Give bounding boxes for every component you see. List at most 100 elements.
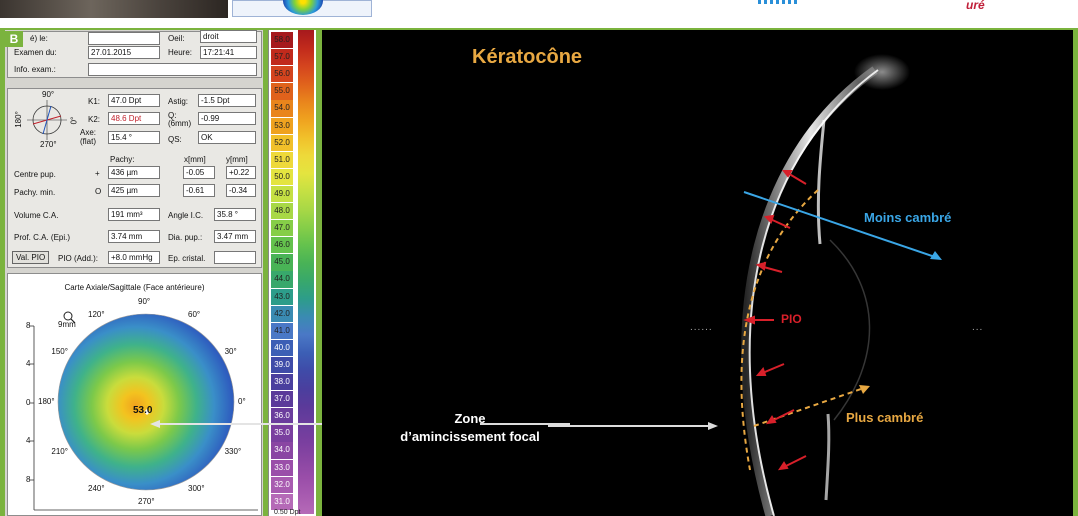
q-field[interactable]: -0.99: [198, 112, 256, 125]
min-pachy-field[interactable]: 425 µm: [108, 184, 160, 197]
q-sub-label: (6mm): [168, 119, 192, 128]
scale-value: 47.0: [271, 220, 293, 237]
pachy-min-label: Pachy. min.: [14, 188, 56, 197]
info-label: Info. exam.:: [14, 65, 56, 74]
k2-field[interactable]: 48.6 Dpt: [108, 112, 160, 125]
scale-unit: 0.50 Dpt: [274, 509, 301, 516]
y-col-header: y[mm]: [226, 155, 248, 164]
min-y-field[interactable]: -0.34: [226, 184, 256, 197]
val-pio-button[interactable]: Val. PIO: [12, 251, 50, 264]
deg-180-label: 180°: [13, 111, 23, 128]
pio-label-overlay: PIO: [781, 312, 802, 326]
cornea-outer-band: [741, 66, 878, 516]
exam-date-field[interactable]: 27.01.2015: [88, 46, 160, 59]
upper-glare: [854, 54, 910, 90]
plus-cambre-label: Plus cambré: [846, 410, 924, 425]
prof-field[interactable]: 3.74 mm: [108, 230, 160, 243]
map-pointer-line: [150, 420, 322, 428]
eye-label: Oeil:: [168, 34, 185, 43]
map-y-tick: 8: [26, 321, 31, 330]
deg-90-label: 90°: [42, 90, 55, 99]
mini-map-ring: [283, 0, 323, 15]
map-angle-label: 0°: [238, 397, 246, 406]
time-field[interactable]: 17:21:41: [200, 46, 257, 59]
panel-label-b: B: [5, 31, 23, 47]
lens-reflection-top: [816, 119, 826, 245]
info-field[interactable]: [88, 63, 257, 76]
scale-value: 38.0: [271, 374, 293, 391]
zone-pointer-right-head: [708, 422, 718, 430]
axe-sub-label: (flat): [80, 137, 96, 146]
volume-label: Volume C.A.: [14, 211, 59, 220]
scale-value: 51.0: [271, 151, 293, 168]
map-center-value: 53.0: [133, 405, 153, 416]
k1-label: K1:: [88, 97, 101, 106]
dia-label: Dia. pup.:: [168, 233, 203, 242]
qs-field[interactable]: OK: [198, 131, 256, 144]
map-y-tick: 4: [26, 436, 31, 445]
scale-value: 48.0: [271, 203, 293, 220]
pachy-col-header: Pachy:: [110, 155, 135, 164]
map-pointer-head: [150, 420, 160, 428]
scale-value: 46.0: [271, 237, 293, 254]
astig-label: Astig:: [168, 97, 189, 106]
zoom-label: 9mm: [58, 320, 76, 329]
map-title: Carte Axiale/Sagittale (Face antérieure): [64, 283, 205, 292]
time-label: Heure:: [168, 48, 193, 57]
zoom-icon[interactable]: [63, 311, 73, 321]
scale-value: 42.0: [271, 305, 293, 322]
centre-pachy-field[interactable]: 436 µm: [108, 166, 160, 179]
dots-left: ......: [690, 322, 713, 333]
map-angle-label: 150°: [51, 347, 68, 356]
scale-value: 34.0: [271, 442, 293, 459]
scale-value: 56.0: [271, 66, 293, 83]
pio-field[interactable]: +8.0 mmHg: [108, 251, 160, 264]
map-y-tick: 0: [26, 398, 31, 407]
previous-red-text: uré: [966, 0, 985, 12]
keratocone-title: Kératocône: [472, 46, 583, 68]
k1-field[interactable]: 47.0 Dpt: [108, 94, 160, 107]
axe-label: Axe:: [80, 128, 97, 137]
map-angle-label: 90°: [138, 297, 151, 306]
created-label: é) le:: [30, 34, 48, 43]
scale-value: 37.0: [271, 391, 293, 408]
angle-field[interactable]: 35.8 °: [214, 208, 256, 221]
map-y-tick: 4: [26, 359, 31, 368]
map-angle-label: 330°: [224, 447, 242, 456]
pio-label: PIO (Add.):: [58, 254, 99, 263]
scale-value: 57.0: [271, 49, 293, 66]
scale-value: 43.0: [271, 288, 293, 305]
scale-value: 33.0: [271, 459, 293, 476]
created-field[interactable]: [88, 32, 160, 45]
zone-amincissement-label: Zone d’amincissement focal: [378, 410, 562, 446]
scale-value: 50.0: [271, 168, 293, 186]
exam-date-label: Examen du:: [14, 48, 57, 57]
scale-value: 39.0: [271, 356, 293, 374]
scale-value: 58.0: [271, 32, 293, 49]
deg-270-label: 270°: [40, 140, 57, 149]
k2-label: K2:: [88, 115, 101, 124]
centre-y-field[interactable]: +0.22: [226, 166, 256, 179]
min-x-field[interactable]: -0.61: [183, 184, 215, 197]
eye-field[interactable]: droit: [200, 30, 257, 43]
previous-mini-map: [232, 0, 372, 17]
moins-cambre-label: Moins cambré: [864, 210, 952, 225]
ep-cristal-field[interactable]: [214, 251, 256, 264]
map-angle-label: 30°: [224, 347, 237, 356]
pachy-min-symbol: O: [95, 187, 102, 196]
scale-value: 45.0: [271, 254, 293, 271]
axe-field[interactable]: 15.4 °: [108, 131, 160, 144]
astig-field[interactable]: -1.5 Dpt: [198, 94, 256, 107]
cornea-edge: [748, 69, 879, 516]
dia-field[interactable]: 3.47 mm: [214, 230, 256, 243]
map-angle-label: 300°: [188, 483, 205, 493]
volume-field[interactable]: 191 mm³: [108, 208, 160, 221]
scale-value: 32.0: [271, 476, 293, 493]
ep-cristal-label: Ep. cristal.: [168, 254, 206, 263]
map-angle-label: 210°: [51, 447, 68, 456]
scale-value: 49.0: [271, 185, 293, 203]
map-y-tick: 8: [26, 475, 31, 484]
scale-value: 40.0: [271, 339, 293, 357]
centre-x-field[interactable]: -0.05: [183, 166, 215, 179]
scale-value: 31.0: [271, 493, 293, 510]
